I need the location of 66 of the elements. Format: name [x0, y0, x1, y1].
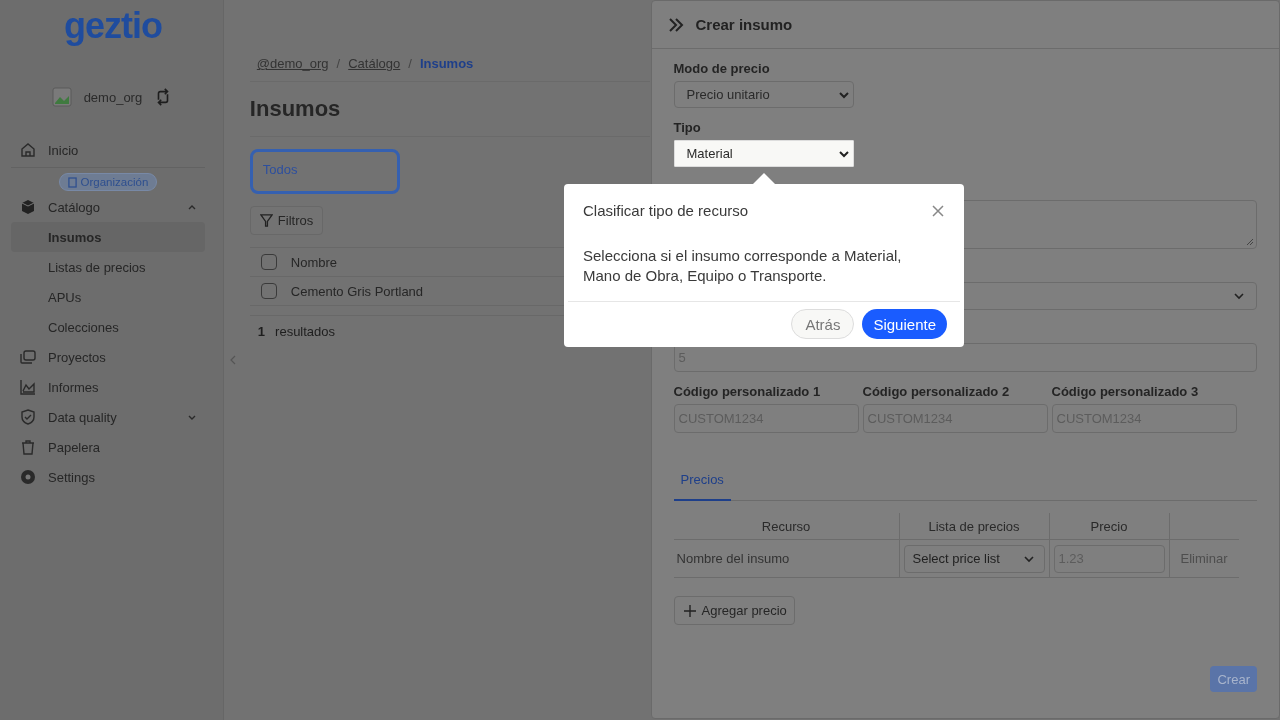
sidebar-item[interactable]: Proyectos: [11, 342, 205, 372]
close-icon[interactable]: [932, 204, 944, 217]
field-label: Código personalizado 1: [673, 384, 822, 399]
checkbox[interactable]: [260, 254, 277, 270]
trash-icon: [20, 439, 36, 455]
section-badge: Organización: [58, 173, 158, 191]
sidebar-item[interactable]: Data quality: [11, 402, 205, 432]
result-label: resultados: [275, 324, 336, 339]
cube-icon: [20, 199, 36, 215]
organization-name: demo_org: [83, 89, 143, 105]
back-button[interactable]: Atrás: [791, 309, 855, 339]
field-label: Código personalizado 3: [1051, 384, 1200, 399]
breadcrumb-separator: /: [336, 56, 341, 71]
checkbox[interactable]: [260, 283, 277, 299]
field-label: Tipo: [673, 120, 702, 135]
breadcrumb-link[interactable]: Insumos: [419, 56, 474, 71]
type-select[interactable]: Material: [673, 140, 854, 167]
next-button[interactable]: Siguiente: [862, 309, 947, 339]
tab[interactable]: Precios: [673, 464, 731, 501]
column-header: Nombre: [290, 254, 338, 270]
sidebar-subitem[interactable]: Insumos: [11, 222, 205, 252]
result-count: 1: [257, 324, 266, 339]
create-button[interactable]: Crear: [1210, 666, 1257, 692]
sidebar-item[interactable]: Settings: [11, 462, 205, 492]
popover-text: Selecciona si el insumo corresponde a Material, Mano de Obra, Equipo o Transporte.: [568, 219, 960, 302]
broken-image-icon: [51, 87, 72, 107]
sidebar-item[interactable]: Informes: [11, 372, 205, 402]
sidebar-subitem[interactable]: Listas de precios: [11, 252, 205, 282]
filter-tab[interactable]: Todos: [249, 149, 400, 194]
column-header: Lista de precios: [898, 513, 1049, 539]
chevron-down-icon: [1023, 553, 1034, 564]
resize-grip-icon: [1246, 238, 1254, 246]
double-chevron-icon[interactable]: [667, 17, 684, 32]
settings-icon: [20, 469, 36, 485]
field-label: Código personalizado 2: [862, 384, 1011, 399]
chevron-down-icon: [838, 89, 849, 100]
chevron-down-icon: [1234, 291, 1244, 301]
panel-title: Crear insumo: [695, 16, 793, 33]
home-icon: [20, 142, 36, 158]
chevron-down-icon: [838, 148, 849, 159]
breadcrumb-separator: /: [408, 56, 412, 71]
field-label: Modo de precio: [673, 61, 771, 76]
building-icon: [67, 176, 77, 188]
filters-button[interactable]: Filtros: [249, 206, 324, 235]
sidebar-subitem[interactable]: Colecciones: [11, 312, 205, 342]
plus-icon: [683, 604, 696, 617]
add-price-button[interactable]: Agregar precio: [673, 596, 795, 625]
logo: geztio: [62, 4, 163, 48]
sidebar-subitem[interactable]: APUs: [11, 282, 205, 312]
breadcrumb-link[interactable]: Catálogo: [348, 56, 401, 71]
sidebar-item[interactable]: Papelera: [11, 432, 205, 462]
table-cell-text: Nombre del insumo: [675, 550, 791, 568]
page-title: Insumos: [249, 82, 650, 137]
sidebar-item[interactable]: Inicio: [11, 135, 205, 165]
breadcrumb-link[interactable]: @demo_org: [256, 56, 329, 71]
column-header: Precio: [1048, 513, 1169, 539]
price-mode-select[interactable]: Precio unitario: [673, 81, 854, 108]
folders-icon: [20, 349, 36, 365]
popover-title: Clasificar tipo de recurso: [583, 202, 749, 219]
price-list-select[interactable]: Select price list: [903, 544, 1045, 573]
area-chart-icon: [20, 379, 36, 395]
table-cell: Cemento Gris Portland: [290, 283, 424, 299]
sidebar-item[interactable]: Catálogo: [11, 192, 205, 222]
funnel-icon: [259, 214, 273, 227]
shield-check-icon: [20, 409, 36, 425]
column-header: Recurso: [760, 517, 812, 536]
